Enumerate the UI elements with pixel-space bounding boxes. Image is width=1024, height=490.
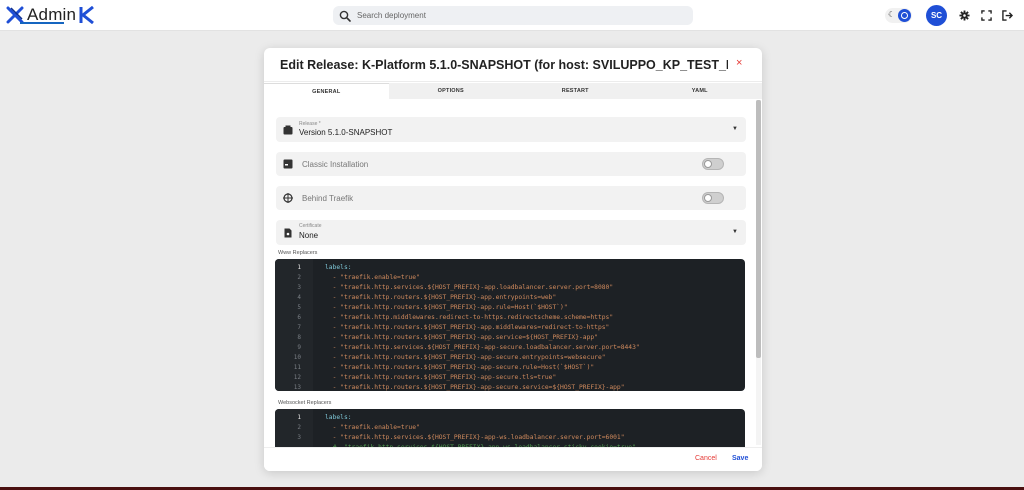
classic-installation-label: Classic Installation bbox=[302, 160, 369, 169]
scrollbar[interactable] bbox=[756, 100, 761, 445]
release-label: Release * bbox=[299, 121, 321, 127]
tab-restart[interactable]: RESTART bbox=[513, 83, 638, 99]
code-text: - "traefik.http.services.${HOST_PREFIX}-… bbox=[325, 284, 614, 291]
www-replacers-label: Www Replacers bbox=[278, 250, 318, 256]
sun-icon bbox=[898, 9, 911, 22]
line-number: 3 bbox=[297, 434, 301, 441]
code-text: - "traefik.http.routers.${HOST_PREFIX}-a… bbox=[325, 294, 557, 301]
line-number: 1 bbox=[297, 264, 301, 271]
code-text: labels: bbox=[325, 264, 352, 271]
line-number: 5 bbox=[297, 304, 301, 311]
search-input[interactable] bbox=[357, 11, 677, 20]
code-text: - "traefik.enable=true" bbox=[325, 424, 420, 431]
line-number: 7 bbox=[297, 324, 301, 331]
moon-icon: ☾ bbox=[888, 10, 896, 19]
switch-knob bbox=[704, 160, 712, 168]
line-number: 3 bbox=[297, 284, 301, 291]
caret-down-icon: ▼ bbox=[732, 126, 738, 132]
websocket-replacers-editor[interactable]: 1 labels: 2 - "traefik.enable=true" 3 - "tr… bbox=[275, 409, 745, 451]
certificate-label: Certificate bbox=[299, 223, 322, 229]
caret-down-icon: ▼ bbox=[732, 229, 738, 235]
behind-traefik-label: Behind Traefik bbox=[302, 194, 354, 203]
behind-traefik-row: Behind Traefik bbox=[276, 186, 746, 210]
code-text: - "traefik.http.routers.${HOST_PREFIX}-a… bbox=[325, 354, 606, 361]
certificate-icon bbox=[284, 228, 292, 238]
line-number: 6 bbox=[297, 314, 301, 321]
logo-underline bbox=[20, 22, 64, 24]
cancel-button[interactable]: Cancel bbox=[695, 455, 717, 462]
code-line: 6 - "traefik.http.middlewares.redirect-t… bbox=[275, 313, 745, 323]
gear-icon[interactable] bbox=[959, 10, 970, 21]
certificate-select[interactable]: Certificate None ▼ bbox=[276, 220, 746, 245]
logo-k-icon bbox=[79, 6, 95, 24]
dialog-header: Edit Release: K-Platform 5.1.0-SNAPSHOT … bbox=[264, 48, 762, 82]
terminal-icon bbox=[283, 159, 293, 169]
code-line: 13 - "traefik.http.routers.${HOST_PREFIX… bbox=[275, 383, 745, 391]
code-text: - "traefik.http.routers.${HOST_PREFIX}-a… bbox=[325, 304, 568, 311]
scrollbar-thumb[interactable] bbox=[756, 100, 761, 358]
tab-options[interactable]: OPTIONS bbox=[389, 83, 514, 99]
code-text: - "traefik.http.services.${HOST_PREFIX}-… bbox=[325, 344, 640, 351]
tab-general[interactable]: GENERAL bbox=[264, 83, 389, 99]
classic-installation-row: Classic Installation bbox=[276, 152, 746, 176]
edit-release-dialog: Edit Release: K-Platform 5.1.0-SNAPSHOT … bbox=[264, 48, 762, 471]
avatar[interactable]: SC bbox=[926, 5, 947, 26]
line-number: 2 bbox=[297, 424, 301, 431]
switch-knob bbox=[704, 194, 712, 202]
line-number: 11 bbox=[293, 364, 301, 371]
behind-traefik-switch[interactable] bbox=[702, 192, 724, 204]
tab-bar: GENERAL OPTIONS RESTART YAML bbox=[264, 83, 762, 99]
save-button[interactable]: Save bbox=[732, 455, 748, 462]
top-bar: Admin ☾ SC bbox=[0, 0, 1024, 31]
code-text: - "traefik.http.routers.${HOST_PREFIX}-a… bbox=[325, 334, 598, 341]
code-text: - "traefik.http.routers.${HOST_PREFIX}-a… bbox=[325, 374, 557, 381]
code-line: 3 - "traefik.http.services.${HOST_PREFIX… bbox=[275, 283, 745, 293]
code-line: 1 labels: bbox=[275, 263, 745, 273]
code-text: - "traefik.http.routers.${HOST_PREFIX}-a… bbox=[325, 384, 625, 391]
fullscreen-icon[interactable] bbox=[981, 10, 992, 21]
websocket-replacers-label: Websocket Replacers bbox=[278, 400, 332, 406]
release-value: Version 5.1.0-SNAPSHOT bbox=[299, 128, 393, 137]
code-line: 3 - "traefik.http.services.${HOST_PREFIX… bbox=[275, 433, 745, 443]
code-line: 11 - "traefik.http.routers.${HOST_PREFIX… bbox=[275, 363, 745, 373]
search-icon bbox=[339, 10, 351, 22]
line-number: 13 bbox=[293, 384, 301, 391]
www-replacers-editor[interactable]: 1 labels: 2 - "traefik.enable=true" 3 - "tr… bbox=[275, 259, 745, 391]
close-icon[interactable]: × bbox=[736, 57, 742, 69]
line-number: 9 bbox=[297, 344, 301, 351]
line-number: 2 bbox=[297, 274, 301, 281]
code-line: 8 - "traefik.http.routers.${HOST_PREFIX}… bbox=[275, 333, 745, 343]
search-bar[interactable] bbox=[333, 6, 693, 25]
code-line: 12 - "traefik.http.routers.${HOST_PREFIX… bbox=[275, 373, 745, 383]
dialog-footer: Cancel Save bbox=[264, 447, 762, 471]
target-icon bbox=[283, 193, 293, 203]
line-number: 4 bbox=[297, 294, 301, 301]
classic-installation-switch[interactable] bbox=[702, 158, 724, 170]
release-icon bbox=[283, 125, 293, 135]
release-select[interactable]: Release * Version 5.1.0-SNAPSHOT ▼ bbox=[276, 117, 746, 142]
tab-yaml[interactable]: YAML bbox=[638, 83, 763, 99]
code-line: 10 - "traefik.http.routers.${HOST_PREFIX… bbox=[275, 353, 745, 363]
code-line: 2 - "traefik.enable=true" bbox=[275, 273, 745, 283]
code-line: 4 - "traefik.http.routers.${HOST_PREFIX}… bbox=[275, 293, 745, 303]
code-text: - "traefik.enable=true" bbox=[325, 274, 420, 281]
code-text: - "traefik.http.routers.${HOST_PREFIX}-a… bbox=[325, 324, 610, 331]
line-number: 8 bbox=[297, 334, 301, 341]
code-line: 5 - "traefik.http.routers.${HOST_PREFIX}… bbox=[275, 303, 745, 313]
code-text: - "traefik.http.routers.${HOST_PREFIX}-a… bbox=[325, 364, 595, 371]
theme-toggle[interactable]: ☾ bbox=[885, 8, 912, 23]
code-line: 1 labels: bbox=[275, 413, 745, 423]
code-text: labels: bbox=[325, 414, 352, 421]
logout-icon[interactable] bbox=[1002, 10, 1013, 21]
line-number: 12 bbox=[293, 374, 301, 381]
line-number: 1 bbox=[297, 414, 301, 421]
code-line: 2 - "traefik.enable=true" bbox=[275, 423, 745, 433]
code-text: - "traefik.http.middlewares.redirect-to-… bbox=[325, 314, 614, 321]
code-line: 7 - "traefik.http.routers.${HOST_PREFIX}… bbox=[275, 323, 745, 333]
code-text: - "traefik.http.services.${HOST_PREFIX}-… bbox=[325, 434, 625, 441]
code-line: 9 - "traefik.http.services.${HOST_PREFIX… bbox=[275, 343, 745, 353]
dialog-title: Edit Release: K-Platform 5.1.0-SNAPSHOT … bbox=[280, 58, 728, 72]
line-number: 10 bbox=[293, 354, 301, 361]
certificate-value: None bbox=[299, 231, 319, 240]
